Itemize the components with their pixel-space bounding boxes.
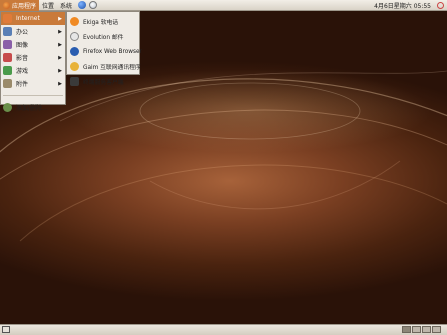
workspace-switcher bbox=[402, 326, 441, 333]
submenu-item-label: Firefox Web Browser bbox=[83, 48, 142, 55]
system-menu-label: 系统 bbox=[60, 2, 73, 10]
applications-dropdown: Internet ▶ 办公 ▶ 图像 ▶ 影音 ▶ 游戏 ▶ 附件 ▶ 添加/删… bbox=[0, 11, 66, 112]
firefox-icon bbox=[70, 47, 79, 56]
menu-item-label: 附件 bbox=[16, 81, 29, 88]
menu-item-label: 游戏 bbox=[16, 68, 29, 75]
submenu-item-ekiga[interactable]: Ekiga 软电话 bbox=[67, 14, 139, 29]
applications-menu[interactable]: 应用程序 bbox=[0, 0, 40, 11]
workspace-1[interactable] bbox=[402, 326, 411, 333]
submenu-item-label: Gaim 互联网通讯程序 bbox=[83, 65, 141, 71]
submenu-item-label: 终端服务客户端 bbox=[83, 80, 124, 86]
ubuntu-logo-icon bbox=[3, 1, 10, 9]
multimedia-icon bbox=[3, 53, 12, 62]
internet-submenu: Ekiga 软电话 Evolution 邮件 Firefox Web Brows… bbox=[66, 11, 142, 86]
power-icon[interactable] bbox=[437, 2, 444, 9]
submenu-arrow-icon: ▶ bbox=[58, 67, 62, 74]
submenu-item-firefox[interactable]: Firefox Web Browser bbox=[67, 44, 142, 59]
menu-item-graphics[interactable]: 图像 ▶ bbox=[1, 38, 65, 51]
submenu-item-terminal-server[interactable]: 终端服务客户端 bbox=[67, 74, 139, 89]
globe-icon bbox=[3, 14, 12, 23]
places-menu-label: 位置 bbox=[42, 2, 55, 10]
show-desktop-icon[interactable] bbox=[2, 326, 10, 333]
menu-item-label: 添加/删除... bbox=[16, 105, 48, 112]
mail-launcher-icon[interactable] bbox=[89, 1, 98, 9]
submenu-arrow-icon: ▶ bbox=[58, 28, 62, 35]
menu-item-internet[interactable]: Internet ▶ bbox=[1, 12, 65, 25]
menu-item-label: Internet bbox=[16, 15, 40, 22]
workspace-4[interactable] bbox=[432, 326, 441, 333]
bottom-panel bbox=[0, 324, 447, 335]
top-panel: 应用程序 位置 系统 4月6日星期六 05:55 bbox=[0, 0, 447, 11]
games-icon bbox=[3, 66, 12, 75]
menu-item-label: 影音 bbox=[16, 55, 29, 62]
workspace-2[interactable] bbox=[412, 326, 421, 333]
menu-item-accessories[interactable]: 附件 ▶ bbox=[1, 77, 65, 90]
clock[interactable]: 4月6日星期六 05:55 bbox=[374, 1, 431, 10]
system-menu[interactable]: 系统 bbox=[57, 0, 75, 11]
graphics-icon bbox=[3, 40, 12, 49]
menu-item-multimedia[interactable]: 影音 ▶ bbox=[1, 51, 65, 64]
applications-menu-label: 应用程序 bbox=[12, 2, 37, 10]
accessories-icon bbox=[3, 79, 12, 88]
workspace-3[interactable] bbox=[422, 326, 431, 333]
submenu-arrow-icon: ▶ bbox=[58, 80, 62, 87]
submenu-item-evolution[interactable]: Evolution 邮件 bbox=[67, 29, 139, 44]
menu-item-games[interactable]: 游戏 ▶ bbox=[1, 64, 65, 77]
add-remove-icon bbox=[3, 103, 12, 112]
web-browser-launcher-icon[interactable] bbox=[78, 1, 87, 9]
submenu-item-label: Evolution 邮件 bbox=[83, 35, 124, 41]
submenu-arrow-icon: ▶ bbox=[58, 15, 62, 22]
evolution-icon bbox=[70, 32, 79, 41]
menu-item-label: 办公 bbox=[16, 29, 29, 36]
ekiga-icon bbox=[70, 17, 79, 26]
menu-item-add-remove[interactable]: 添加/删除... bbox=[1, 101, 65, 114]
menu-item-label: 图像 bbox=[16, 42, 29, 49]
menu-item-office[interactable]: 办公 ▶ bbox=[1, 25, 65, 38]
menu-separator bbox=[3, 95, 63, 96]
submenu-item-label: Ekiga 软电话 bbox=[83, 20, 119, 26]
office-icon bbox=[3, 27, 12, 36]
submenu-item-gaim[interactable]: Gaim 互联网通讯程序 bbox=[67, 59, 141, 74]
places-menu[interactable]: 位置 bbox=[39, 0, 57, 11]
submenu-arrow-icon: ▶ bbox=[58, 41, 62, 48]
submenu-arrow-icon: ▶ bbox=[58, 54, 62, 61]
terminal-server-icon bbox=[70, 77, 79, 86]
gaim-icon bbox=[70, 62, 79, 71]
